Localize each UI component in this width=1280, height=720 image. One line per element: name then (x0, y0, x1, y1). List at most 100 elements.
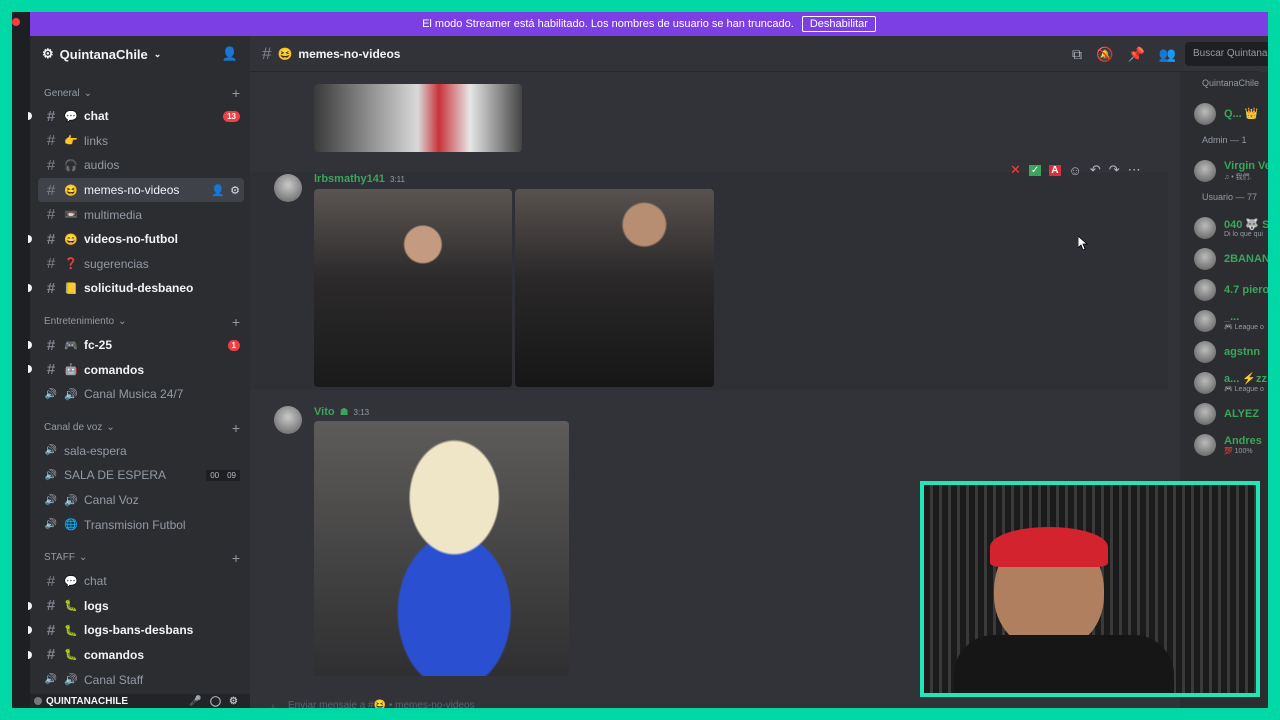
members-icon[interactable]: 👥 (1159, 46, 1176, 63)
pin-icon[interactable]: 📌 (1127, 46, 1144, 63)
channel-emoji: 🔊 (64, 388, 78, 401)
check-reaction-icon[interactable]: ✓ (1028, 164, 1042, 176)
search-input[interactable]: Buscar Quintana (1185, 42, 1268, 66)
category-staff[interactable]: STAFF ⌄ + (30, 547, 250, 569)
channel-label: memes-no-videos (84, 183, 180, 198)
channel-emoji: 🐛 (64, 600, 78, 613)
channel-logs[interactable]: # 🐛 logs (28, 594, 244, 619)
avatar[interactable] (274, 406, 302, 434)
channel-sugerencias[interactable]: # ❓ sugerencias (38, 252, 244, 277)
member-item[interactable]: Andres 💯 100% (1180, 429, 1268, 460)
channel-emoji: 📒 (64, 282, 78, 295)
channel-chat[interactable]: # 💬 chat (38, 569, 244, 594)
avatar (1194, 102, 1216, 125)
channel-label: logs (84, 598, 109, 613)
member-name: 2BANAN (1224, 252, 1268, 265)
user-avatar[interactable] (34, 697, 42, 705)
avatar[interactable] (274, 174, 302, 202)
threads-icon[interactable]: ⧉ (1072, 46, 1082, 63)
image-attachment[interactable] (515, 189, 714, 387)
channel-chat[interactable]: # 💬 chat 13 (28, 104, 244, 129)
user-name: QUINTANACHILE (46, 695, 129, 707)
channel-audios[interactable]: # 🎧 audios (38, 153, 244, 178)
channel-canal-staff[interactable]: 🔊 🔊 Canal Staff (38, 667, 244, 692)
category-general[interactable]: General ⌄ + (30, 82, 250, 104)
chevron-down-icon: ⌄ (153, 48, 162, 59)
channel-label: comandos (84, 362, 145, 377)
mute-bell-icon[interactable]: 🔕 (1096, 46, 1113, 63)
hash-icon: # (46, 279, 56, 297)
channel-emoji: 💬 (64, 575, 78, 588)
message-actions: ✕ ✓ A ☺ ↶ ↷ ⋯ (1010, 162, 1141, 178)
mic-icon[interactable]: 🎤 (189, 696, 201, 707)
channel-title: memes-no-videos (298, 46, 401, 61)
message-author[interactable]: lrbsmathy141 (314, 173, 385, 185)
add-channel-icon[interactable]: + (232, 314, 240, 330)
image-attachment[interactable] (314, 421, 569, 676)
unread-indicator (28, 284, 32, 293)
image-attachment[interactable] (314, 84, 522, 152)
channel-comandos[interactable]: # 🐛 comandos (28, 643, 244, 668)
channel-comandos[interactable]: # 🤖 comandos (28, 357, 244, 382)
member-item[interactable]: 2BANAN (1180, 243, 1268, 274)
invite-icon[interactable]: 👤 (211, 184, 225, 197)
x-reaction-icon[interactable]: ✕ (1010, 162, 1021, 178)
add-channel-icon[interactable]: + (232, 550, 240, 566)
category-canal-de-voz[interactable]: Canal de voz ⌄ + (30, 417, 250, 439)
speaker-icon: 🔊 (44, 388, 58, 400)
channel-emoji: 😆 (277, 46, 293, 61)
message-author[interactable]: Vito (314, 406, 335, 418)
channel-memes-no-videos[interactable]: # 😆 memes-no-videos 👤 ⚙ (38, 177, 244, 203)
channel-links[interactable]: # 👉 links (38, 129, 244, 154)
channel-transmision-futbol[interactable]: 🔊 🌐 Transmision Futbol (38, 512, 244, 537)
disable-streamer-button[interactable]: Deshabilitar (801, 16, 876, 32)
channel-sala-de-espera[interactable]: 🔊 SALA DE ESPERA 00 09 (38, 463, 244, 488)
member-item[interactable]: a... ⚡zz 🎮 League o (1180, 367, 1268, 398)
member-item[interactable]: agstnn (1180, 336, 1268, 367)
hash-icon: # (46, 646, 56, 664)
headphones-icon[interactable]: ◯ (210, 696, 221, 707)
channel-emoji: 💬 (64, 110, 78, 123)
plus-icon[interactable]: ＋ (268, 700, 278, 708)
member-item[interactable]: 4.7 piero (1180, 274, 1268, 305)
channel-sidebar: ⚙ QuintanaChile ⌄ 👤 General ⌄ + # 💬 chat 13 # 👉 l… (28, 36, 250, 708)
add-channel-icon[interactable]: + (232, 420, 240, 436)
channel-emoji: 🎧 (64, 159, 78, 172)
channel-sala-espera[interactable]: 🔊 sala-espera (38, 439, 244, 464)
category-entretenimiento[interactable]: Entretenimiento ⌄ + (30, 311, 250, 333)
channel-videos-no-futbol[interactable]: # 😄 videos-no-futbol (28, 227, 244, 252)
channel-canal-voz[interactable]: 🔊 🔊 Canal Voz (38, 488, 244, 513)
gear-icon[interactable]: ⚙ (230, 184, 240, 197)
member-item[interactable]: ALYEZ (1180, 398, 1268, 429)
reply-icon[interactable]: ↶ (1090, 162, 1101, 178)
more-icon[interactable]: ⋯ (1128, 162, 1141, 178)
channel-multimedia[interactable]: # 📼 multimedia (38, 202, 244, 227)
settings-icon[interactable]: ⚙ (229, 696, 238, 707)
message-composer[interactable]: ＋ Enviar mensaje a #😆 • memes-no-videos (254, 700, 1160, 708)
member-item[interactable]: _... 🎮 League o (1180, 305, 1268, 336)
message-time: 3:11 (389, 175, 405, 184)
channel-list: General ⌄ + # 💬 chat 13 # 👉 links # 🎧 audios # 😆 memes-… (28, 82, 250, 692)
member-item[interactable]: Virgin Ve ♫ • 我們. (1180, 155, 1268, 186)
add-reaction-icon[interactable]: ☺ (1069, 163, 1082, 178)
member-group-label: Usuario — 77 (1202, 192, 1258, 202)
server-header[interactable]: ⚙ QuintanaChile ⌄ 👤 (30, 36, 250, 72)
channel-label: Canal Voz (84, 493, 139, 508)
forward-icon[interactable]: ↷ (1109, 162, 1120, 178)
streamer-cap (990, 527, 1108, 567)
channel-logs-bans-desbans[interactable]: # 🐛 logs-bans-desbans (28, 618, 244, 643)
image-attachment[interactable] (314, 189, 512, 387)
channel-canal-musica-24-7[interactable]: 🔊 🔊 Canal Musica 24/7 (38, 382, 244, 407)
member-item[interactable]: 040 🐺 S Di lo que qui (1180, 212, 1268, 243)
member-status: 💯 100% (1224, 447, 1253, 455)
avatar (1194, 278, 1216, 301)
channel-emoji: 🐛 (64, 624, 78, 637)
add-channel-icon[interactable]: + (232, 85, 240, 101)
member-item[interactable]: Q... 👑 (1180, 98, 1268, 129)
invite-icon[interactable]: 👤 (222, 46, 238, 62)
channel-fc-25[interactable]: # 🎮 fc-25 1 (28, 333, 244, 358)
avatar (1194, 371, 1216, 394)
member-group-label: QuintanaChile (1202, 78, 1260, 88)
a-reaction-icon[interactable]: A (1049, 164, 1061, 176)
channel-solicitud-desbaneo[interactable]: # 📒 solicitud-desbaneo (28, 276, 244, 301)
